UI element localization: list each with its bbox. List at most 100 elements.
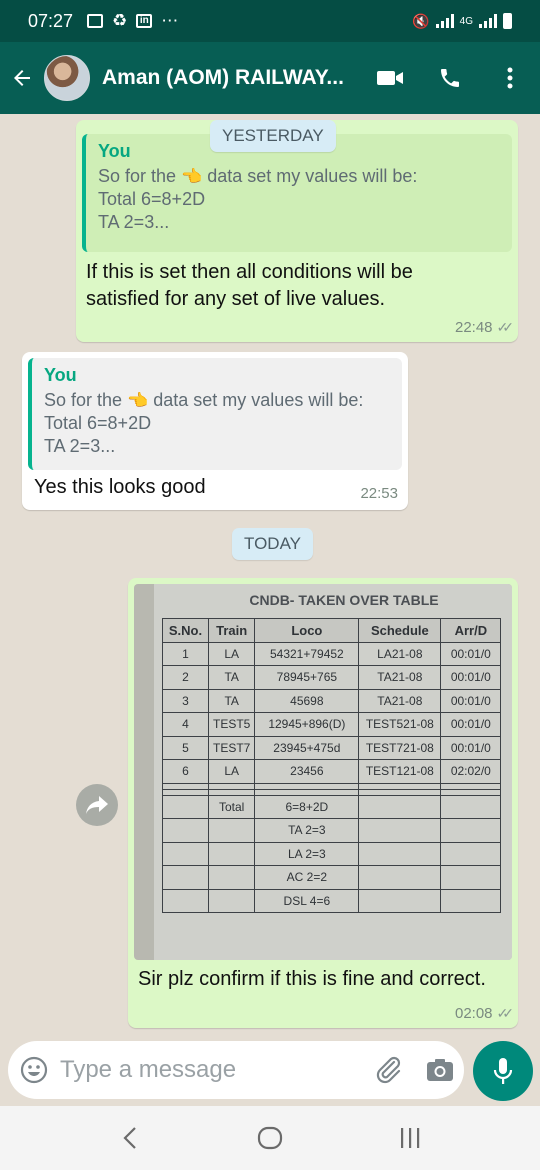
quoted-message[interactable]: You So for the 👈 data set my values will… [28,358,402,470]
table-cell [207,865,256,890]
nav-recents-icon [401,1128,420,1148]
message-time: 22:48 [454,319,493,336]
voice-call-button[interactable] [420,42,480,114]
more-options-button[interactable] [480,42,540,114]
table-row: LA 2=3 [162,841,502,866]
message-meta: 22:53 [360,485,398,502]
video-call-button[interactable] [360,42,420,114]
gallery-notification-icon [87,14,104,28]
photo-table: S.No. Train Loco Schedule Arr/D 1 LA 54321… [162,618,502,913]
message-text: If this is set then all conditions will … [86,261,413,310]
table-cell: LA [207,641,256,666]
table-cell: 23456 [254,759,360,784]
table-cell: TEST521-08 [358,712,442,737]
table-cell: TA21-08 [358,665,442,690]
nav-home-icon [257,1126,283,1150]
table-cell: 00:01/0 [440,712,502,737]
table-cell [162,794,209,819]
table-cell: TEST121-08 [358,759,442,784]
column-header: Loco [254,618,360,643]
table-cell: 2 [162,665,209,690]
table-cell: 45698 [254,688,360,713]
nav-recents-button[interactable] [380,1113,440,1163]
quote-text: So for the [44,390,123,410]
table-cell: 02:02/0 [440,759,502,784]
message-input[interactable] [60,1056,374,1084]
quote-text: So for the [98,166,177,186]
table-cell [162,865,209,890]
message-time: 22:53 [360,485,398,502]
message-text: Sir plz confirm if this is fine and corr… [138,968,486,990]
table-cell: Total [207,794,256,819]
table-cell: AC 2=2 [254,865,360,890]
table-cell: 78945+765 [254,665,360,690]
table-title: CNDB- TAKEN OVER TABLE [249,592,439,608]
table-cell [162,888,209,913]
table-cell: TA21-08 [358,688,442,713]
table-cell: TEST721-08 [358,735,442,760]
more-notifications-icon: ⋯ [161,11,179,30]
table-cell: 54321+79452 [254,641,360,666]
nav-back-icon [123,1127,136,1149]
back-button[interactable] [0,42,44,114]
battery-icon [503,13,512,29]
table-cell: TA 2=3 [254,818,360,843]
quote-text: Total 6=8+2D [98,189,206,209]
quote-text: TA 2=3... [98,212,170,232]
pointing-hand-icon: 👈 [127,391,149,410]
usb-notification-icon: ♻ [112,11,128,30]
forward-button[interactable] [76,784,118,826]
table-cell: 12945+896(D) [254,712,360,737]
signal-icon [435,14,454,28]
message-outgoing[interactable]: You So for the 👈 data set my values will… [76,120,518,342]
column-header: Schedule [358,618,442,643]
network-type: 4G [459,15,473,27]
pointing-hand-icon: 👈 [181,167,203,186]
nav-back-button[interactable] [100,1113,160,1163]
back-arrow-icon [14,70,30,86]
table-row: 1 LA 54321+79452 LA21-08 00:01/0 [162,641,502,666]
table-cell: 00:01/0 [440,641,502,666]
message-composer [8,1041,464,1099]
chat-area[interactable]: You So for the 👈 data set my values will… [0,114,540,1034]
message-incoming[interactable]: You So for the 👈 data set my values will… [22,352,408,510]
table-row: 2 TA 78945+765 TA21-08 00:01/0 [162,665,502,690]
emoji-icon[interactable] [20,1056,48,1084]
message-meta: 02:08 ✓✓ [455,1005,514,1022]
table-cell: 23945+475d [254,735,360,760]
day-label-today: TODAY [232,528,313,560]
more-options-icon [507,67,513,89]
table-row: TA 2=3 [162,818,502,843]
message-outgoing-image[interactable]: CNDB- TAKEN OVER TABLE S.No. Train Loco … [128,578,518,1028]
table-cell [207,841,256,866]
table-cell: LA 2=3 [254,841,360,866]
table-cell: 5 [162,735,209,760]
table-cell: TA [207,688,256,713]
chat-header: Aman (AOM) RAILWAY... [0,42,540,114]
avatar[interactable] [44,55,90,101]
table-cell: TEST7 [207,735,256,760]
phone-icon [441,69,459,87]
table-cell [207,818,256,843]
column-header: Arr/D [440,618,502,643]
input-bar [0,1034,540,1106]
table-cell: LA21-08 [358,641,442,666]
day-label-yesterday: YESTERDAY [210,120,336,152]
message-text: Yes this looks good [34,476,206,498]
contact-name[interactable]: Aman (AOM) RAILWAY... [102,66,344,90]
mute-icon: 🔇 [412,12,430,29]
table-cell: 3 [162,688,209,713]
attach-icon[interactable] [374,1055,404,1085]
table-cell [440,865,502,890]
table-cell: 6=8+2D [254,794,360,819]
camera-icon[interactable] [426,1058,454,1082]
table-cell [440,818,502,843]
photo-paper-sheet: CNDB- TAKEN OVER TABLE S.No. Train Loco … [154,584,512,960]
signal-2-icon [479,14,497,28]
video-call-icon [377,71,403,85]
voice-message-button[interactable] [473,1041,533,1101]
table-cell [358,818,442,843]
photo-attachment[interactable]: CNDB- TAKEN OVER TABLE S.No. Train Loco … [134,584,512,960]
table-cell [358,794,442,819]
nav-home-button[interactable] [240,1113,300,1163]
